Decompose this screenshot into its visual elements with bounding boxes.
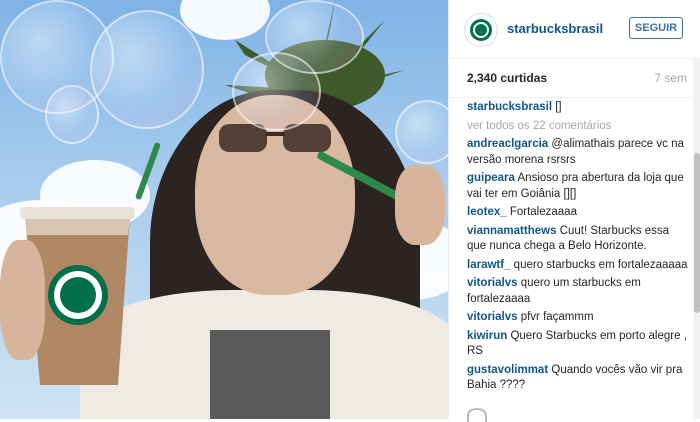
comment-text: []	[555, 101, 562, 113]
comment-author[interactable]: starbucksbrasil	[467, 101, 552, 113]
post-header: starbucksbrasil SEGUIR	[449, 0, 700, 59]
comment-author[interactable]: vitorialvs	[467, 277, 518, 289]
post-username[interactable]: starbucksbrasil	[507, 21, 603, 36]
comment-author[interactable]: viannamatthews	[467, 225, 556, 237]
caption: starbucksbrasil []	[467, 100, 689, 116]
comment-text: pfvr façammm	[520, 311, 594, 323]
post-side-panel: starbucksbrasil SEGUIR 2,340 curtidas 7 …	[448, 0, 700, 422]
post-stats: 2,340 curtidas 7 sem	[449, 59, 700, 98]
comment: leotex_ Fortalezaaaa	[467, 205, 689, 221]
comments-scrollbar[interactable]	[693, 58, 700, 419]
comment-author[interactable]: leotex_	[467, 206, 507, 218]
bubble	[45, 85, 99, 144]
comment: andreaclgarcia @alimathais parece vc na …	[467, 137, 689, 168]
starbucks-logo-icon	[470, 19, 492, 41]
follow-button[interactable]: SEGUIR	[629, 17, 683, 39]
comment: viannamatthews Cuut! Starbucks essa que …	[467, 224, 689, 255]
bubble	[232, 52, 321, 131]
shirt	[210, 330, 330, 419]
comment-author[interactable]: larawtf_	[467, 259, 510, 271]
post-time[interactable]: 7 sem	[654, 71, 687, 85]
likes-count[interactable]: 2,340 curtidas	[467, 71, 547, 85]
right-hand	[395, 165, 445, 245]
see-all-comments-link[interactable]: ver todos os 22 comentários	[467, 119, 689, 135]
post-photo[interactable]	[0, 0, 448, 419]
comment-author[interactable]: andreaclgarcia	[467, 138, 548, 150]
comment: gustavolimmat Quando vocês vão vir pra B…	[467, 363, 689, 394]
comment: vitorialvs quero um starbucks em fortale…	[467, 276, 689, 307]
comment-author[interactable]: vitorialvs	[467, 311, 518, 323]
comment: guipeara Ansioso pra abertura da loja qu…	[467, 171, 689, 202]
bubble	[90, 10, 204, 129]
comment-text: Fortalezaaaa	[509, 206, 577, 218]
left-hand	[0, 240, 45, 360]
comments-list: starbucksbrasil [] ver todos os 22 comen…	[467, 100, 689, 397]
comment: vitorialvs pfvr façammm	[467, 310, 689, 326]
comment-author[interactable]: gustavolimmat	[467, 364, 548, 376]
comment-author[interactable]: kiwirun	[467, 330, 507, 342]
comment: kiwirun Quero Starbucks em porto alegre …	[467, 329, 689, 360]
comment-author[interactable]: guipeara	[467, 172, 515, 184]
instagram-post: starbucksbrasil SEGUIR 2,340 curtidas 7 …	[0, 0, 700, 422]
comment-text: quero starbucks em fortalezaaaaa	[513, 258, 688, 271]
bubble	[395, 100, 448, 164]
like-heart-icon[interactable]	[467, 408, 487, 422]
comment: larawtf_ quero starbucks em fortalezaaaa…	[467, 258, 689, 274]
avatar[interactable]	[464, 13, 498, 47]
scrollbar-thumb[interactable]	[694, 153, 700, 313]
